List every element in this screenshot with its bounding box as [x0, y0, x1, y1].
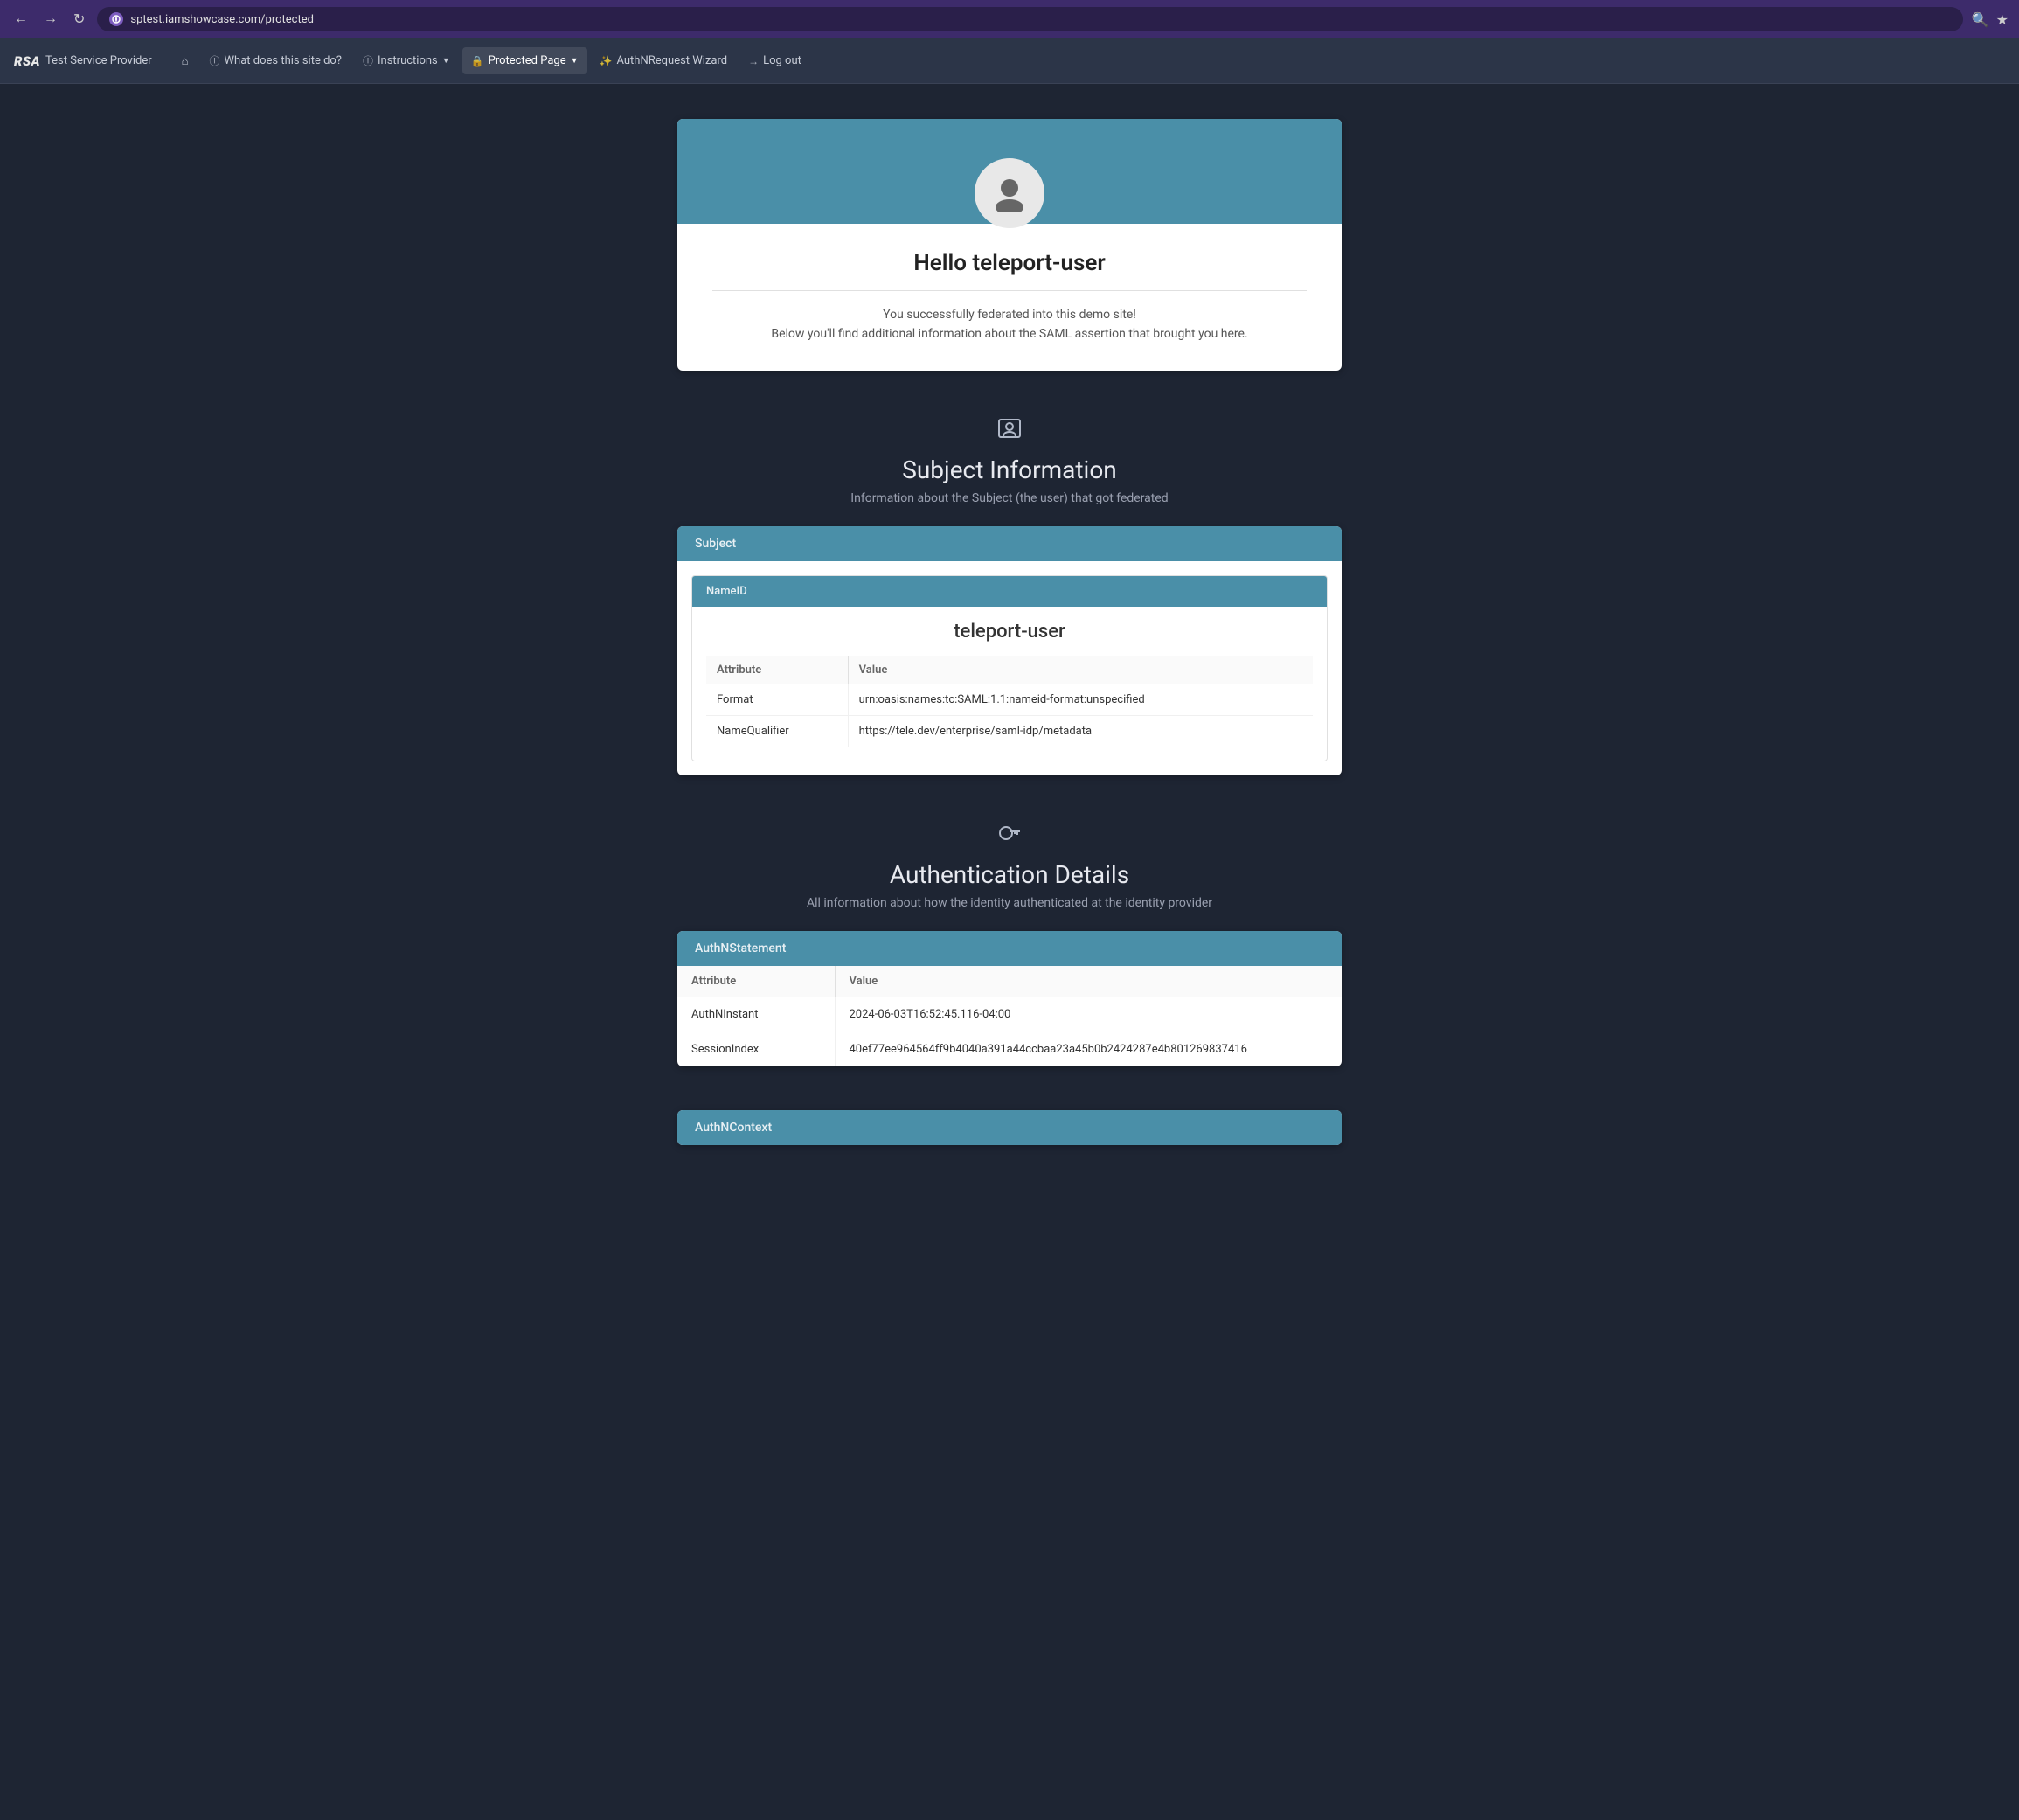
- chevron-down-icon: ▼: [442, 56, 450, 66]
- browser-actions: 🔍 ★: [1972, 11, 2009, 28]
- search-icon[interactable]: 🔍: [1972, 11, 1989, 28]
- nav-protected[interactable]: 🔒 Protected Page ▼: [462, 47, 587, 74]
- welcome-title: Hello teleport-user: [712, 250, 1307, 276]
- auth-subtitle: All information about how the identity a…: [677, 896, 1342, 910]
- nameid-card: NameID teleport-user Attribute Value: [691, 575, 1328, 761]
- subject-card-body: NameID teleport-user Attribute Value: [677, 575, 1342, 761]
- attr-value: https://tele.dev/enterprise/saml-idp/met…: [848, 715, 1313, 747]
- brand-logo: RSA: [14, 53, 40, 69]
- welcome-card-body: Hello teleport-user You successfully fed…: [677, 224, 1342, 371]
- browser-chrome: ← → ↻ sptest.iamshowcase.com/protected 🔍…: [0, 0, 2019, 38]
- address-bar[interactable]: sptest.iamshowcase.com/protected: [97, 7, 1962, 31]
- refresh-button[interactable]: ↻: [70, 7, 88, 31]
- brand: RSA Test Service Provider: [14, 53, 152, 69]
- authn-context-card: AuthNContext: [677, 1110, 1342, 1145]
- nav-logout[interactable]: → Log out: [739, 47, 810, 74]
- auth-section-header: Authentication Details All information a…: [677, 819, 1342, 910]
- authn-attr-value: 2024-06-03T16:52:45.116-04:00: [835, 997, 1342, 1032]
- wand-icon: ✨: [600, 55, 613, 67]
- key-icon: [677, 819, 1342, 853]
- auth-section: Authentication Details All information a…: [677, 819, 1342, 1145]
- avatar: [975, 158, 1044, 228]
- authn-card-body: Attribute Value AuthNInstant 2024-06-03T…: [677, 966, 1342, 1066]
- info-icon: ⓘ: [209, 53, 219, 68]
- auth-title: Authentication Details: [677, 860, 1342, 889]
- table-row: NameQualifier https://tele.dev/enterpris…: [706, 715, 1313, 747]
- nav-protected-label: Protected Page: [489, 54, 566, 67]
- attr-name: Format: [706, 684, 848, 715]
- lock-icon: 🔒: [471, 55, 484, 67]
- nav-items: ⌂ ⓘ What does this site do? ⓘ Instructio…: [173, 46, 2005, 75]
- divider: [712, 290, 1307, 291]
- info-icon-2: ⓘ: [363, 53, 373, 68]
- nav-what[interactable]: ⓘ What does this site do?: [200, 46, 350, 75]
- authn-card: AuthNStatement Attribute Value AuthNInst…: [677, 931, 1342, 1066]
- authn-col2-header: Value: [835, 966, 1342, 997]
- nav-instructions[interactable]: ⓘ Instructions ▼: [354, 46, 459, 75]
- welcome-card-header: [677, 119, 1342, 224]
- welcome-line2: Below you'll find additional information…: [712, 324, 1307, 344]
- subject-card: Subject NameID teleport-user Attribute V…: [677, 526, 1342, 775]
- site-icon: [109, 12, 123, 26]
- app-nav: RSA Test Service Provider ⌂ ⓘ What does …: [0, 38, 2019, 84]
- subject-title: Subject Information: [677, 455, 1342, 484]
- authn-card-header: AuthNStatement: [677, 931, 1342, 966]
- table-row: Format urn:oasis:names:tc:SAML:1.1:namei…: [706, 684, 1313, 715]
- welcome-card: Hello teleport-user You successfully fed…: [677, 119, 1342, 371]
- nav-home[interactable]: ⌂: [173, 47, 198, 75]
- subject-section-header: Subject Information Information about th…: [677, 414, 1342, 505]
- back-button[interactable]: ←: [10, 8, 31, 31]
- attr-name: NameQualifier: [706, 715, 848, 747]
- nameid-body: teleport-user Attribute Value Format: [692, 607, 1327, 761]
- contact-card-icon: [677, 414, 1342, 448]
- attr-value: urn:oasis:names:tc:SAML:1.1:nameid-forma…: [848, 684, 1313, 715]
- bookmark-icon[interactable]: ★: [1996, 11, 2009, 28]
- main-content: Hello teleport-user You successfully fed…: [660, 84, 1359, 1224]
- nameid-value: teleport-user: [706, 621, 1313, 643]
- authn-table: Attribute Value AuthNInstant 2024-06-03T…: [677, 966, 1342, 1066]
- welcome-text: You successfully federated into this dem…: [712, 305, 1307, 344]
- nav-wizard-label: AuthNRequest Wizard: [616, 54, 727, 67]
- nameid-table: Attribute Value Format urn:oasis:names:t…: [706, 656, 1313, 747]
- nav-logout-label: Log out: [763, 54, 801, 67]
- authn-attr-name: SessionIndex: [677, 1032, 835, 1066]
- nav-wizard[interactable]: ✨ AuthNRequest Wizard: [591, 47, 737, 74]
- value-col-header: Value: [848, 656, 1313, 684]
- table-row: SessionIndex 40ef77ee964564ff9b4040a391a…: [677, 1032, 1342, 1066]
- nameid-header: NameID: [692, 576, 1327, 607]
- nav-what-label: What does this site do?: [225, 54, 342, 67]
- forward-button[interactable]: →: [40, 8, 61, 31]
- nav-instructions-label: Instructions: [378, 54, 438, 67]
- attr-col-header: Attribute: [706, 656, 848, 684]
- home-icon: ⌂: [182, 54, 189, 68]
- service-name: Test Service Provider: [45, 54, 152, 67]
- welcome-line1: You successfully federated into this dem…: [712, 305, 1307, 324]
- chevron-down-icon-2: ▼: [571, 56, 579, 66]
- table-row: AuthNInstant 2024-06-03T16:52:45.116-04:…: [677, 997, 1342, 1032]
- url-text: sptest.iamshowcase.com/protected: [130, 13, 314, 26]
- authn-context-header: AuthNContext: [677, 1110, 1342, 1145]
- authn-col1-header: Attribute: [677, 966, 835, 997]
- subject-section: Subject Information Information about th…: [677, 414, 1342, 775]
- subject-card-header: Subject: [677, 526, 1342, 561]
- logout-icon: →: [748, 55, 759, 67]
- authn-attr-name: AuthNInstant: [677, 997, 835, 1032]
- subject-subtitle: Information about the Subject (the user)…: [677, 491, 1342, 505]
- authn-attr-value: 40ef77ee964564ff9b4040a391a44ccbaa23a45b…: [835, 1032, 1342, 1066]
